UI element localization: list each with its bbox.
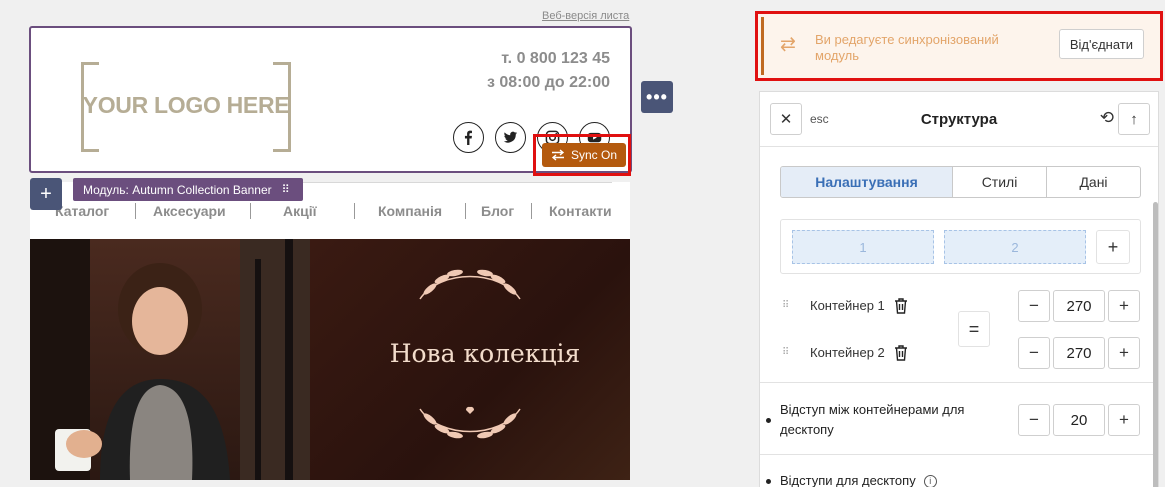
container-label: Контейнер 2 — [810, 344, 885, 360]
header-phone: т. 0 800 123 45 — [501, 50, 610, 67]
nav-item-contacts[interactable]: Контакти — [549, 203, 612, 219]
module-more-button[interactable]: ••• — [641, 81, 673, 113]
drag-handle-icon[interactable]: ⠿ — [782, 347, 810, 358]
decrement-button[interactable]: − — [1018, 337, 1050, 369]
padding-label-text: Відступи для десктопу — [780, 473, 916, 487]
section-divider — [760, 382, 1153, 383]
width-value-field[interactable]: 270 — [1053, 290, 1105, 322]
drag-handle-icon[interactable]: ⠿ — [282, 183, 291, 196]
add-container-button[interactable]: + — [1096, 230, 1130, 264]
sync-arrows-icon — [551, 149, 565, 161]
section-divider — [760, 454, 1153, 455]
container-layout-box: 1 2 + — [780, 219, 1141, 274]
nav-separator — [465, 203, 466, 219]
twitter-icon[interactable] — [495, 122, 526, 153]
increment-button[interactable]: + — [1108, 404, 1140, 436]
history-icon[interactable]: ⟲ — [1100, 108, 1114, 128]
tab-settings[interactable]: Налаштування — [781, 167, 953, 197]
container-label: Контейнер 1 — [810, 297, 885, 313]
add-module-button[interactable]: + — [30, 178, 62, 210]
banner-photo — [30, 239, 320, 480]
trash-icon[interactable] — [893, 344, 909, 361]
gap-value-field[interactable]: 20 — [1053, 404, 1105, 436]
gap-stepper: − 20 + — [1018, 404, 1140, 436]
section-bullet — [766, 418, 771, 423]
plus-icon: + — [40, 182, 52, 205]
panel-tabs: Налаштування Стилі Дані — [780, 166, 1141, 198]
header-hours: з 08:00 до 22:00 — [486, 74, 610, 91]
container-row-2: ⠿ Контейнер 2 — [782, 336, 909, 368]
equals-icon: = — [968, 318, 980, 339]
nav-item-company[interactable]: Компанія — [378, 203, 442, 219]
decrement-button[interactable]: − — [1018, 290, 1050, 322]
module-name-tag[interactable]: Модуль: Autumn Collection Banner ⠿ — [73, 178, 303, 201]
banner-title: Нова колекція — [389, 339, 581, 368]
decrement-button[interactable]: − — [1018, 404, 1050, 436]
autumn-collection-banner[interactable]: Нова колекція — [30, 239, 630, 480]
logo-text: YOUR LOGO HERE — [82, 92, 290, 118]
module-name-label: Модуль: Autumn Collection Banner — [83, 182, 272, 197]
info-icon[interactable]: i — [923, 475, 937, 487]
equalize-widths-button[interactable]: = — [958, 311, 990, 347]
sync-notice-message: Ви редагуєте синхронізований модуль — [815, 32, 999, 63]
drag-handle-icon[interactable]: ⠿ — [782, 300, 810, 311]
sync-notice: ⇄ Ви редагуєте синхронізований модуль Ві… — [755, 11, 1163, 81]
sync-on-label: Sync On — [570, 148, 618, 162]
web-version-link[interactable]: Веб-версія листа — [542, 10, 629, 22]
nav-item-sales[interactable]: Акції — [283, 203, 317, 219]
nav-item-blog[interactable]: Блог — [481, 203, 514, 219]
increment-button[interactable]: + — [1108, 290, 1140, 322]
nav-item-accessories[interactable]: Аксесуари — [153, 203, 226, 219]
notice-accent-bar — [761, 17, 764, 75]
container-slot-1[interactable]: 1 — [792, 230, 934, 264]
container-row-1: ⠿ Контейнер 1 — [782, 289, 909, 321]
plus-icon: + — [1107, 236, 1119, 257]
container-slot-2[interactable]: 2 — [944, 230, 1086, 264]
sync-arrows-icon: ⇄ — [780, 34, 796, 55]
tab-styles[interactable]: Стилі — [953, 167, 1047, 197]
arrow-up-icon: ↑ — [1130, 110, 1138, 128]
structure-panel: ✕ esc Структура ⟲ ↑ Налаштування Стилі Д… — [759, 91, 1159, 487]
facebook-icon[interactable] — [453, 122, 484, 153]
section-bullet — [766, 479, 771, 484]
nav-item-catalog[interactable]: Каталог — [55, 203, 109, 219]
padding-setting-label: Відступи для десктопу i — [780, 471, 1080, 487]
select-parent-button[interactable]: ↑ — [1118, 103, 1150, 135]
tab-data[interactable]: Дані — [1047, 167, 1140, 197]
trash-icon[interactable] — [893, 297, 909, 314]
panel-scrollbar[interactable] — [1153, 202, 1158, 487]
more-dots-icon: ••• — [646, 86, 668, 107]
sync-on-button[interactable]: Sync On — [542, 143, 626, 167]
nav-separator — [135, 203, 136, 219]
detach-button[interactable]: Від'єднати — [1058, 29, 1144, 59]
logo-placeholder: YOUR LOGO HERE — [81, 62, 291, 152]
width-value-field[interactable]: 270 — [1053, 337, 1105, 369]
container-1-width-stepper: − 270 + — [1018, 290, 1140, 322]
increment-button[interactable]: + — [1108, 337, 1140, 369]
nav-separator — [531, 203, 532, 219]
panel-title: Структура — [920, 111, 998, 128]
container-2-width-stepper: − 270 + — [1018, 337, 1140, 369]
nav-separator — [250, 203, 251, 219]
panel-header: ✕ esc Структура ⟲ ↑ — [760, 92, 1158, 147]
woman-photo-illustration — [30, 239, 320, 480]
nav-separator — [354, 203, 355, 219]
gap-setting-label: Відступ між контейнерами для десктопу — [780, 402, 965, 437]
